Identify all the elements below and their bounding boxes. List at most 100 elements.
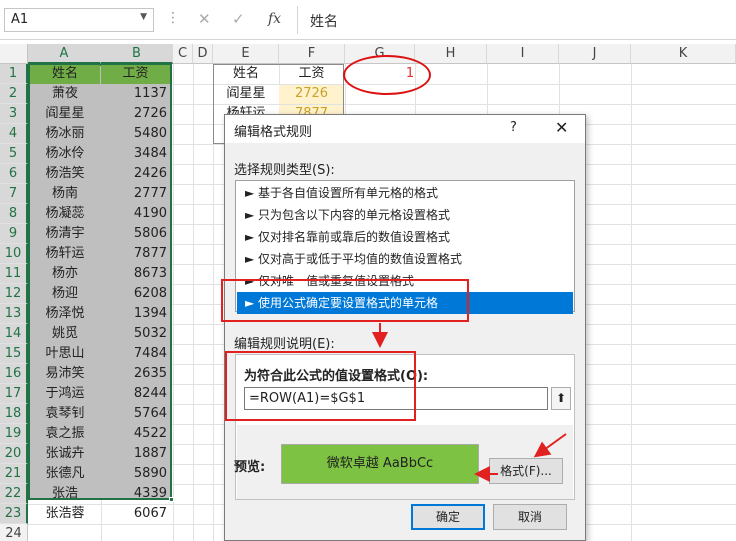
cell-salary[interactable]: 4522 <box>101 424 170 444</box>
col-header-d[interactable]: D <box>193 44 213 64</box>
cancel-icon[interactable]: ✕ <box>198 10 211 28</box>
cell-salary[interactable]: 1137 <box>101 84 170 104</box>
row-header-18[interactable]: 18 <box>0 404 28 424</box>
rule-type-item[interactable]: ► 只为包含以下内容的单元格设置格式 <box>237 204 573 226</box>
cell-name[interactable]: 张浩蓉 <box>30 504 100 524</box>
row-header-4[interactable]: 4 <box>0 124 28 144</box>
cell-name[interactable]: 姚觅 <box>30 324 100 344</box>
row-header-12[interactable]: 12 <box>0 284 28 304</box>
rule-type-item[interactable]: ► 仅对排名靠前或靠后的数值设置格式 <box>237 226 573 248</box>
name-box[interactable]: A1 ▼ <box>4 8 154 32</box>
help-icon[interactable]: ? <box>510 120 517 135</box>
chevron-down-icon[interactable]: ▼ <box>140 12 147 22</box>
row-header-1[interactable]: 1 <box>0 64 28 84</box>
cell-salary[interactable]: 8673 <box>101 264 170 284</box>
cell-salary[interactable]: 5480 <box>101 124 170 144</box>
cell-lookup-salary[interactable]: 2726 <box>279 84 344 104</box>
row-header-9[interactable]: 9 <box>0 224 28 244</box>
cell-name[interactable]: 袁之振 <box>30 424 100 444</box>
row-header-17[interactable]: 17 <box>0 384 28 404</box>
rule-type-item[interactable]: ► 基于各自值设置所有单元格的格式 <box>237 182 573 204</box>
cell-name[interactable]: 杨浩笑 <box>30 164 100 184</box>
fill-handle[interactable] <box>169 497 174 502</box>
cell-a1[interactable]: 姓名 <box>30 64 100 84</box>
row-header-5[interactable]: 5 <box>0 144 28 164</box>
cell-lookup-name[interactable]: 阎星星 <box>213 84 279 104</box>
enter-icon[interactable]: ✓ <box>232 10 245 28</box>
cell-name[interactable]: 萧夜 <box>30 84 100 104</box>
row-header-2[interactable]: 2 <box>0 84 28 104</box>
row-header-13[interactable]: 13 <box>0 304 28 324</box>
col-header-i[interactable]: I <box>487 44 559 64</box>
cell-name[interactable]: 易沛笑 <box>30 364 100 384</box>
cell-salary[interactable]: 1394 <box>101 304 170 324</box>
row-header-21[interactable]: 21 <box>0 464 28 484</box>
cell-salary[interactable]: 4190 <box>101 204 170 224</box>
col-header-f[interactable]: F <box>279 44 345 64</box>
cell-name[interactable]: 杨轩运 <box>30 244 100 264</box>
cell-salary[interactable]: 1887 <box>101 444 170 464</box>
cell-name[interactable]: 杨泽悦 <box>30 304 100 324</box>
cell-name[interactable]: 阎星星 <box>30 104 100 124</box>
cell-name[interactable]: 杨亦 <box>30 264 100 284</box>
row-header-15[interactable]: 15 <box>0 344 28 364</box>
format-button[interactable]: 格式(F)... <box>489 458 563 484</box>
close-icon[interactable]: ✕ <box>555 118 568 137</box>
cell-name[interactable]: 袁琴钊 <box>30 404 100 424</box>
cell-salary[interactable]: 7484 <box>101 344 170 364</box>
cell-salary[interactable]: 5806 <box>101 224 170 244</box>
cell-name[interactable]: 杨南 <box>30 184 100 204</box>
cell-salary[interactable]: 7877 <box>101 244 170 264</box>
row-header-23[interactable]: 23 <box>0 504 28 524</box>
col-header-a[interactable]: A <box>28 44 101 64</box>
select-all-corner[interactable] <box>0 44 28 64</box>
row-header-7[interactable]: 7 <box>0 184 28 204</box>
row-header-3[interactable]: 3 <box>0 104 28 124</box>
row-header-6[interactable]: 6 <box>0 164 28 184</box>
cell-salary[interactable]: 4339 <box>101 484 170 504</box>
collapse-dialog-button[interactable]: ⬆ <box>551 387 571 410</box>
cell-name[interactable]: 杨冰丽 <box>30 124 100 144</box>
row-header-22[interactable]: 22 <box>0 484 28 504</box>
col-header-j[interactable]: J <box>559 44 631 64</box>
rule-type-item[interactable]: ► 仅对高于或低于平均值的数值设置格式 <box>237 248 573 270</box>
cell-name[interactable]: 张德凡 <box>30 464 100 484</box>
col-header-c[interactable]: C <box>173 44 193 64</box>
cell-salary[interactable]: 2635 <box>101 364 170 384</box>
cell-name[interactable]: 杨冰伶 <box>30 144 100 164</box>
cell-salary[interactable]: 5032 <box>101 324 170 344</box>
cell-b1[interactable]: 工资 <box>101 64 170 84</box>
cell-name[interactable]: 杨迎 <box>30 284 100 304</box>
cell-name[interactable]: 于鸿运 <box>30 384 100 404</box>
insert-function-icon[interactable]: fx <box>268 11 281 27</box>
ok-button[interactable]: 确定 <box>411 504 485 530</box>
row-header-8[interactable]: 8 <box>0 204 28 224</box>
cell-name[interactable]: 张浩 <box>30 484 100 504</box>
col-header-e[interactable]: E <box>213 44 279 64</box>
cancel-button[interactable]: 取消 <box>493 504 567 530</box>
col-header-b[interactable]: B <box>101 44 173 64</box>
cell-f1[interactable]: 工资 <box>279 64 344 84</box>
row-header-11[interactable]: 11 <box>0 264 28 284</box>
cell-name[interactable]: 杨清宇 <box>30 224 100 244</box>
col-header-h[interactable]: H <box>415 44 487 64</box>
cell-name[interactable]: 张诚卉 <box>30 444 100 464</box>
cell-salary[interactable]: 6067 <box>101 504 170 524</box>
cell-name[interactable]: 杨凝蕊 <box>30 204 100 224</box>
cell-salary[interactable]: 6208 <box>101 284 170 304</box>
cell-name[interactable]: 叶思山 <box>30 344 100 364</box>
row-header-24[interactable]: 24 <box>0 524 28 541</box>
col-header-k[interactable]: K <box>631 44 736 64</box>
cell-salary[interactable]: 2426 <box>101 164 170 184</box>
cell-salary[interactable]: 8244 <box>101 384 170 404</box>
row-header-10[interactable]: 10 <box>0 244 28 264</box>
cell-salary[interactable]: 3484 <box>101 144 170 164</box>
cell-salary[interactable]: 5764 <box>101 404 170 424</box>
row-header-14[interactable]: 14 <box>0 324 28 344</box>
cell-salary[interactable]: 2777 <box>101 184 170 204</box>
formula-content[interactable]: 姓名 <box>310 11 338 31</box>
cell-salary[interactable]: 5890 <box>101 464 170 484</box>
row-header-20[interactable]: 20 <box>0 444 28 464</box>
row-header-16[interactable]: 16 <box>0 364 28 384</box>
cell-e1[interactable]: 姓名 <box>213 64 279 84</box>
